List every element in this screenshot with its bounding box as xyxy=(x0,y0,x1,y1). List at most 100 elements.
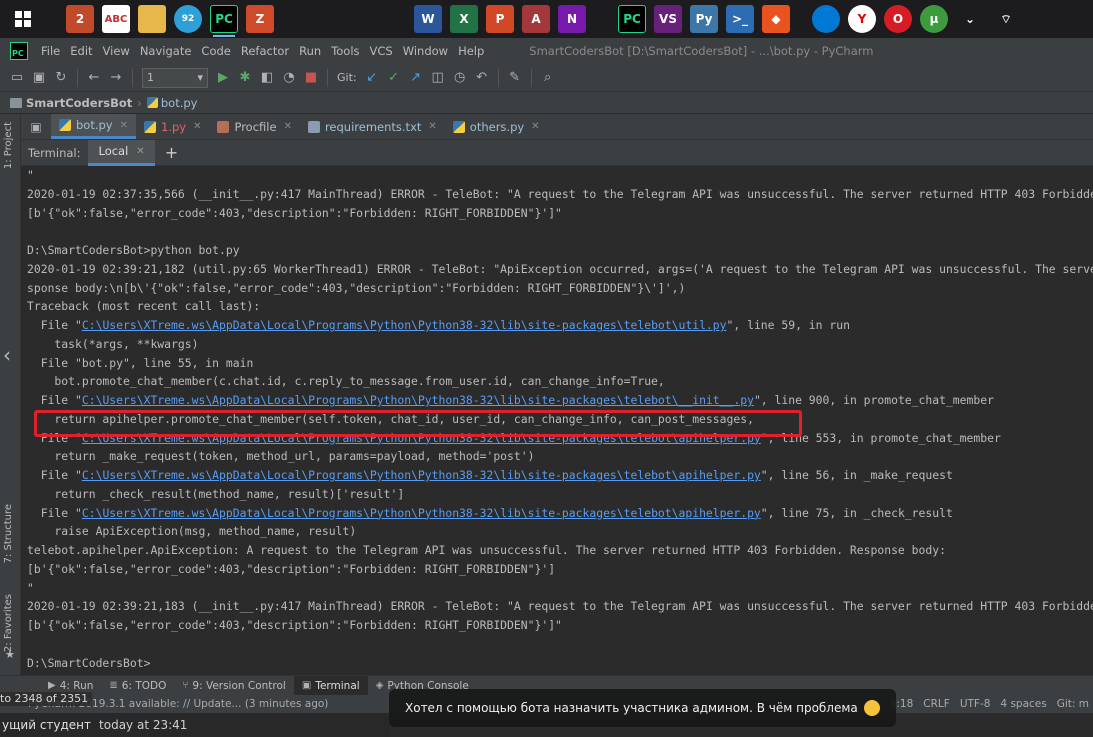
settings-wrench-icon[interactable]: ✎ xyxy=(504,67,526,89)
menu-help[interactable]: Help xyxy=(453,44,489,58)
terminal-line: " xyxy=(27,579,1093,598)
menu-tools[interactable]: Tools xyxy=(326,44,364,58)
chevron-left-icon[interactable]: ‹ xyxy=(0,340,14,370)
chevron-down-icon[interactable]: ⌄ xyxy=(956,5,984,33)
terminal-text: File " xyxy=(27,468,82,482)
add-terminal-button[interactable]: + xyxy=(165,143,178,162)
terminal-text: telebot.apihelper.ApiException: A reques… xyxy=(27,543,946,557)
open-folder-icon[interactable]: ▭ xyxy=(6,67,28,89)
close-icon[interactable]: ✕ xyxy=(531,121,539,132)
history-icon[interactable]: ◷ xyxy=(449,67,471,89)
tab-local[interactable]: Local ✕ xyxy=(88,139,155,166)
git-branch[interactable]: Git: m xyxy=(1057,698,1089,710)
profile-icon[interactable]: ◔ xyxy=(278,67,300,89)
rollback-icon[interactable]: ↶ xyxy=(471,67,493,89)
coverage-icon[interactable]: ◧ xyxy=(256,67,278,89)
search-icon[interactable]: ⌕ xyxy=(537,67,559,89)
start-button[interactable] xyxy=(0,0,46,38)
tool-tab-terminal[interactable]: ▣ Terminal xyxy=(293,675,368,696)
notes-icon[interactable]: Z xyxy=(246,5,274,33)
file-path-link[interactable]: C:\Users\XTreme.ws\AppData\Local\Program… xyxy=(82,468,761,482)
terminal-line: return _make_request(token, method_url, … xyxy=(27,447,1093,466)
tool-tab-version-control[interactable]: ⑂ 9: Version Control xyxy=(174,676,293,696)
save-icon[interactable]: ▣ xyxy=(28,67,50,89)
menu-navigate[interactable]: Navigate xyxy=(135,44,197,58)
breadcrumb-file[interactable]: bot.py xyxy=(161,96,198,110)
git-compare-icon[interactable]: ◫ xyxy=(427,67,449,89)
chat-message: Хотел с помощью бота назначить участника… xyxy=(389,689,896,727)
python-file-icon xyxy=(452,120,465,133)
menu-vcs[interactable]: VCS xyxy=(365,44,398,58)
telegram-badge-icon[interactable]: 92 xyxy=(174,5,202,33)
indent-setting[interactable]: 4 spaces xyxy=(1000,698,1046,710)
python-icon[interactable]: Py xyxy=(690,5,718,33)
file-encoding[interactable]: UTF-8 xyxy=(960,698,991,710)
wifi-icon[interactable]: ⌔ xyxy=(992,5,1020,33)
tab-label: bot.py xyxy=(76,118,113,132)
powershell-icon[interactable]: >_ xyxy=(726,5,754,33)
tab-1-py[interactable]: 1.py ✕ xyxy=(136,114,209,139)
excel-icon[interactable]: X xyxy=(450,5,478,33)
line-separator[interactable]: CRLF xyxy=(923,698,950,710)
close-icon[interactable]: ✕ xyxy=(193,121,201,132)
git-commit-icon[interactable]: ✓ xyxy=(383,67,405,89)
abc-icon[interactable]: ABC xyxy=(102,5,130,33)
stop-icon[interactable]: ■ xyxy=(300,67,322,89)
forward-arrow-icon[interactable]: → xyxy=(105,67,127,89)
menu-refactor[interactable]: Refactor xyxy=(236,44,294,58)
tool-tab-favorites[interactable]: 2: Favorites xyxy=(3,594,14,652)
menu-view[interactable]: View xyxy=(98,44,135,58)
menu-code[interactable]: Code xyxy=(196,44,235,58)
chat-author[interactable]: ущий студент xyxy=(2,718,91,732)
onenote-icon[interactable]: N xyxy=(558,5,586,33)
git-push-icon[interactable]: ↗ xyxy=(405,67,427,89)
terminal-line: raise ApiException(msg, method_name, res… xyxy=(27,522,1093,541)
close-icon[interactable]: ✕ xyxy=(428,121,436,132)
terminal-line: D:\SmartCodersBot> xyxy=(27,654,1093,673)
run-configuration-select[interactable]: 1 ▾ xyxy=(142,67,208,88)
powerpoint-icon[interactable]: P xyxy=(486,5,514,33)
utorrent-icon[interactable]: µ xyxy=(920,5,948,33)
visual-studio-icon[interactable]: VS xyxy=(654,5,682,33)
file-path-link[interactable]: C:\Users\XTreme.ws\AppData\Local\Program… xyxy=(82,318,727,332)
sync-icon[interactable]: ↻ xyxy=(50,67,72,89)
file-path-link[interactable]: C:\Users\XTreme.ws\AppData\Local\Program… xyxy=(82,431,761,445)
close-icon[interactable]: ✕ xyxy=(284,121,292,132)
tool-tab-structure[interactable]: 7: Structure xyxy=(3,504,14,563)
git-update-icon[interactable]: ↙ xyxy=(361,67,383,89)
terminal-text: File " xyxy=(27,505,82,520)
yandex-icon[interactable]: Y xyxy=(848,5,876,33)
menu-run[interactable]: Run xyxy=(294,44,326,58)
word-icon[interactable]: W xyxy=(414,5,442,33)
git-icon[interactable]: ◆ xyxy=(762,5,790,33)
structure-icon[interactable]: ▣ xyxy=(27,114,45,139)
terminal-text: File " xyxy=(27,430,82,445)
menu-edit[interactable]: Edit xyxy=(65,44,97,58)
folder-icon[interactable] xyxy=(138,5,166,33)
tool-tab-todo[interactable]: ≣ 6: TODO xyxy=(101,676,174,696)
close-icon[interactable]: ✕ xyxy=(120,120,128,131)
debug-icon[interactable]: ✱ xyxy=(234,67,256,89)
back-arrow-icon[interactable]: ← xyxy=(83,67,105,89)
tab-bot-py[interactable]: bot.py ✕ xyxy=(51,114,136,139)
pycharm-icon[interactable]: PC xyxy=(618,5,646,33)
pycharm-icon[interactable]: PC xyxy=(210,5,238,37)
breadcrumb-project[interactable]: SmartCodersBot xyxy=(26,96,132,110)
toolbar-divider xyxy=(530,68,532,87)
tab-requirements[interactable]: requirements.txt ✕ xyxy=(300,114,445,139)
tab-others-py[interactable]: others.py ✕ xyxy=(445,114,548,139)
onedrive-icon[interactable] xyxy=(812,5,840,33)
file-path-link[interactable]: C:\Users\XTreme.ws\AppData\Local\Program… xyxy=(82,506,761,520)
close-icon[interactable]: ✕ xyxy=(136,146,144,157)
tool-tab-project[interactable]: 1: Project xyxy=(3,122,14,169)
access-icon[interactable]: A xyxy=(522,5,550,33)
telegram-icon[interactable]: 2 xyxy=(66,5,94,33)
file-path-link[interactable]: C:\Users\XTreme.ws\AppData\Local\Program… xyxy=(82,393,754,407)
menu-file[interactable]: File xyxy=(36,44,65,58)
menu-window[interactable]: Window xyxy=(398,44,453,58)
terminal-text: ", line 75, in _check_result xyxy=(760,505,953,520)
tab-procfile[interactable]: Procfile ✕ xyxy=(209,114,299,139)
terminal-output[interactable]: " 2020-01-19 02:37:35,566 (__init__.py:41… xyxy=(21,166,1093,675)
run-icon[interactable]: ▶ xyxy=(212,67,234,89)
opera-icon[interactable]: O xyxy=(884,5,912,33)
